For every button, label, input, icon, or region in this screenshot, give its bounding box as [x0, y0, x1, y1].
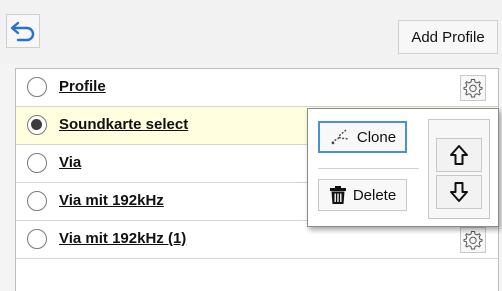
move-up-button[interactable]: [436, 138, 482, 172]
profile-name-link[interactable]: Soundkarte select: [59, 116, 188, 133]
profile-settings-button[interactable]: [460, 227, 486, 253]
popup-divider: [318, 168, 419, 169]
gear-icon: [463, 79, 483, 98]
arrow-up-icon: [450, 145, 468, 165]
profile-name-link[interactable]: Via mit 192kHz: [59, 192, 164, 209]
move-down-button[interactable]: [436, 175, 482, 209]
undo-back-icon: [10, 21, 35, 42]
profile-settings-button[interactable]: [460, 75, 486, 101]
arrow-down-icon: [450, 182, 468, 202]
trash-icon: [329, 186, 346, 204]
profile-manager-window: Add Profile Profile Soundkarte select Vi…: [0, 0, 502, 291]
profile-radio[interactable]: [27, 77, 47, 97]
clone-icon: [331, 129, 349, 145]
profile-name-link[interactable]: Via mit 192kHz (1): [59, 230, 186, 247]
gear-icon: [463, 231, 483, 250]
clone-button[interactable]: Clone: [318, 121, 407, 153]
profile-radio[interactable]: [27, 229, 47, 249]
clone-label: Clone: [356, 128, 397, 146]
back-button[interactable]: [6, 14, 40, 48]
profile-context-popup: Clone Delete: [307, 108, 499, 227]
profile-name-link[interactable]: Via: [59, 154, 81, 171]
profile-radio[interactable]: [27, 153, 47, 173]
add-profile-button[interactable]: Add Profile: [398, 20, 498, 54]
profile-radio[interactable]: [27, 191, 47, 211]
reorder-panel: [428, 119, 490, 219]
delete-button[interactable]: Delete: [318, 179, 407, 211]
profile-row[interactable]: Profile: [16, 69, 498, 107]
profile-name-link[interactable]: Profile: [59, 78, 106, 95]
delete-label: Delete: [352, 186, 397, 204]
toolbar: Add Profile: [0, 0, 502, 64]
radio-selected-dot: [31, 119, 42, 130]
profile-radio[interactable]: [27, 115, 47, 135]
